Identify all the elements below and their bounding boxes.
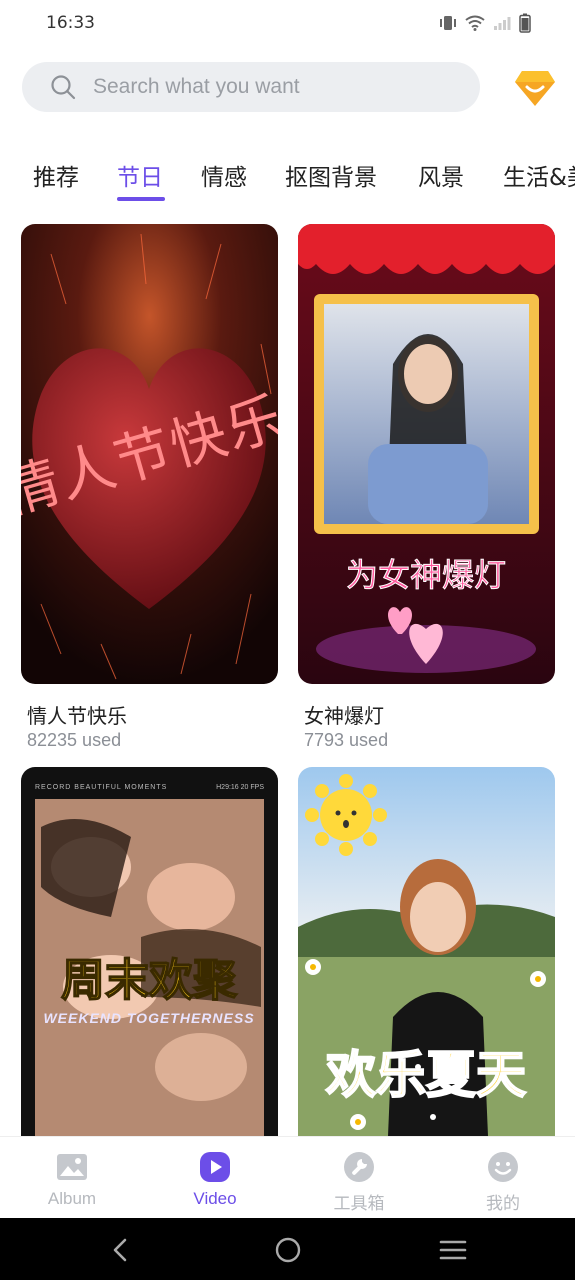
template-thumbnail[interactable]: 欢乐夏天	[298, 767, 555, 1136]
play-icon	[200, 1152, 230, 1182]
search-placeholder: Search what you want	[93, 75, 300, 98]
tab-life-beauty[interactable]: 生活&美	[503, 158, 575, 192]
card-title: 情人节快乐	[27, 704, 127, 728]
system-navigation-bar	[0, 1218, 575, 1280]
vibrate-icon	[439, 15, 457, 35]
vip-diamond-icon[interactable]	[514, 68, 556, 108]
search-row: Search what you want	[22, 62, 557, 114]
active-tab-indicator	[117, 197, 165, 201]
template-thumbnail[interactable]: 周末欢聚 WEEKEND TOGETHERNESS RECORD BEAUTIF…	[21, 767, 278, 1136]
status-bar: 16:33	[0, 0, 575, 48]
bottom-navigation: Album Video 工具箱 我的	[0, 1136, 575, 1218]
card-overlay-top-right: H29:16 20 FPS	[216, 784, 264, 791]
tab-cutout-background[interactable]: 抠图背景	[285, 158, 377, 192]
tab-emotion[interactable]: 情感	[201, 158, 247, 192]
card-overlay-text: 周末欢聚	[61, 955, 238, 1006]
image-icon	[57, 1154, 87, 1180]
card-overlay-text: 为女神爆灯	[346, 556, 506, 594]
nav-label: Video	[193, 1189, 237, 1208]
card-overlay-text: 欢乐夏天	[325, 1046, 526, 1104]
back-icon[interactable]	[106, 1235, 136, 1265]
menu-icon[interactable]	[438, 1235, 468, 1265]
search-input[interactable]: Search what you want	[22, 62, 480, 112]
tab-scenery[interactable]: 风景	[418, 158, 464, 192]
nav-label: 工具箱	[333, 1194, 385, 1213]
card-used-count: 82235 used	[27, 730, 122, 750]
search-icon	[51, 75, 76, 100]
nav-label: 我的	[486, 1194, 520, 1213]
card-title: 女神爆灯	[304, 704, 384, 728]
status-time: 16:33	[46, 13, 95, 33]
card-overlay-sub: WEEKEND TOGETHERNESS	[43, 1010, 254, 1026]
status-icons	[439, 13, 531, 37]
wifi-icon	[465, 15, 485, 35]
wrench-icon	[344, 1152, 374, 1182]
nav-album[interactable]: Album	[22, 1151, 122, 1209]
card-used-count: 7793 used	[304, 730, 389, 750]
nav-video[interactable]: Video	[165, 1151, 265, 1209]
smiley-icon	[488, 1152, 518, 1182]
signal-icon	[493, 15, 511, 35]
nav-me[interactable]: 我的	[453, 1151, 553, 1214]
category-tabs: 推荐 节日 情感 抠图背景 风景 生活&美	[0, 158, 575, 208]
nav-toolbox[interactable]: 工具箱	[309, 1151, 409, 1214]
card-overlay-top-left: RECORD BEAUTIFUL MOMENTS	[35, 784, 167, 791]
home-icon[interactable]	[273, 1235, 303, 1265]
tab-festival[interactable]: 节日	[117, 158, 163, 192]
template-thumbnail[interactable]: 为女神爆灯	[298, 224, 555, 684]
nav-label: Album	[47, 1189, 97, 1208]
battery-icon	[519, 13, 531, 37]
tab-recommend[interactable]: 推荐	[33, 158, 79, 192]
template-thumbnail[interactable]: 情人节快乐	[21, 224, 278, 684]
